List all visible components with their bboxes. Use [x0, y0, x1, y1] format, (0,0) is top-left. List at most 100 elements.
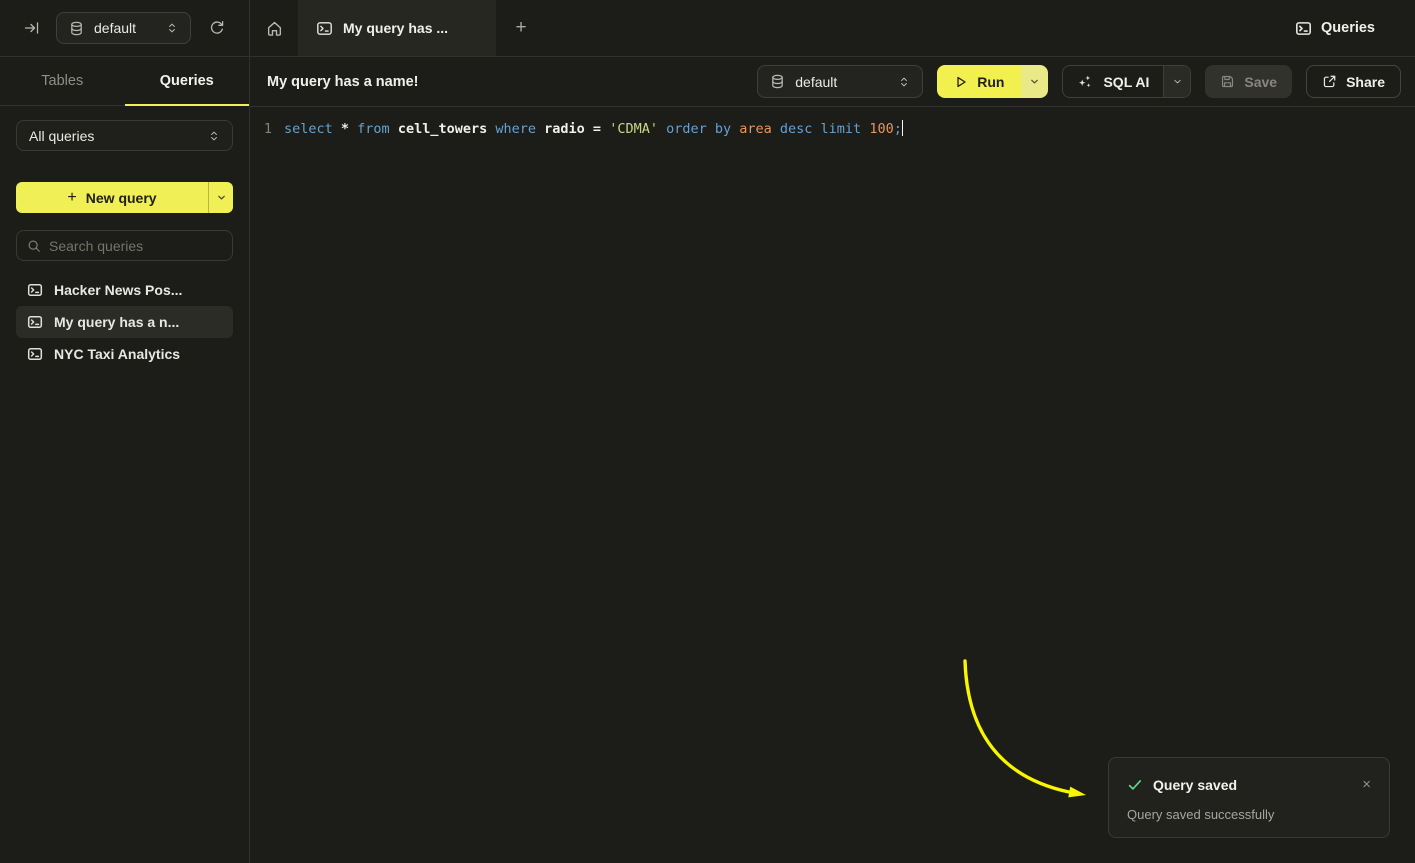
- refresh-icon: [209, 20, 225, 36]
- new-tab-button[interactable]: +: [496, 0, 546, 56]
- sidebar-body: All queries + New query: [0, 106, 249, 384]
- sql-token: 'CDMA': [609, 121, 666, 137]
- run-button[interactable]: Run: [937, 65, 1021, 98]
- query-list-item-selected[interactable]: My query has a n...: [16, 306, 233, 338]
- sql-ai-split-button: SQL AI: [1062, 65, 1191, 98]
- query-title: My query has a name!: [267, 74, 419, 90]
- share-icon: [1322, 74, 1337, 89]
- sidebar-tab-queries[interactable]: Queries: [125, 57, 250, 105]
- topbar-database-selector[interactable]: default: [56, 12, 191, 44]
- query-list-item[interactable]: NYC Taxi Analytics: [16, 338, 233, 370]
- sql-token: radio: [544, 121, 593, 137]
- sql-ai-label: SQL AI: [1103, 74, 1149, 90]
- topbar-database-value: default: [94, 20, 136, 36]
- sql-editor[interactable]: 1 select * from cell_towers where radio …: [250, 107, 1415, 863]
- chevron-updown-icon: [898, 75, 910, 89]
- database-icon: [770, 74, 785, 89]
- chevron-updown-icon: [166, 21, 178, 35]
- save-icon: [1220, 74, 1235, 89]
- sql-ai-dropdown-button[interactable]: [1163, 66, 1190, 97]
- play-icon: [954, 75, 968, 89]
- collapse-sidebar-button[interactable]: [18, 14, 46, 42]
- line-number: 1: [250, 118, 284, 140]
- plus-icon: +: [515, 17, 526, 39]
- sidebar-tabs: Tables Queries: [0, 57, 249, 106]
- home-button[interactable]: [250, 0, 298, 56]
- top-bar-left: default: [0, 0, 250, 56]
- chevron-down-icon: [1029, 76, 1040, 87]
- queries-panel-label: Queries: [1321, 20, 1375, 36]
- query-list: Hacker News Pos... My query has a n... N…: [16, 274, 233, 370]
- new-query-dropdown-button[interactable]: [208, 182, 233, 213]
- sql-token: order by: [666, 121, 739, 137]
- run-split-button: Run: [937, 65, 1048, 98]
- refresh-button[interactable]: [203, 14, 231, 42]
- sql-token: limit: [821, 121, 870, 137]
- sql-token: 100: [869, 121, 893, 137]
- search-icon: [27, 239, 41, 253]
- check-icon: [1127, 777, 1143, 793]
- tab-label: My query has ...: [343, 20, 448, 36]
- home-icon: [266, 20, 283, 37]
- toast-header: Query saved ×: [1127, 775, 1373, 794]
- sql-token: ;: [894, 121, 902, 137]
- sql-token: select: [284, 121, 341, 137]
- main-panel: My query has a name! default: [250, 57, 1415, 863]
- sparkles-icon: [1077, 74, 1093, 90]
- query-item-label: NYC Taxi Analytics: [54, 346, 180, 362]
- chevron-down-icon: [1172, 76, 1183, 87]
- sql-code: select * from cell_towers where radio = …: [284, 118, 903, 140]
- toast-message: Query saved successfully: [1127, 807, 1373, 822]
- query-item-label: My query has a n...: [54, 314, 179, 330]
- toast-close-button[interactable]: ×: [1360, 775, 1373, 794]
- search-queries-input[interactable]: [49, 238, 230, 254]
- terminal-icon: [1295, 20, 1312, 37]
- terminal-icon: [27, 346, 43, 362]
- new-query-split-button: + New query: [16, 182, 233, 213]
- queries-filter-selector[interactable]: All queries: [16, 120, 233, 151]
- share-label: Share: [1346, 74, 1385, 90]
- query-toolbar: My query has a name! default: [250, 57, 1415, 107]
- toast-title: Query saved: [1153, 777, 1237, 793]
- run-label: Run: [977, 74, 1004, 90]
- close-icon: ×: [1362, 776, 1371, 793]
- sql-ai-button[interactable]: SQL AI: [1063, 66, 1163, 97]
- sql-token: area: [739, 121, 780, 137]
- top-bar: default My que: [0, 0, 1415, 57]
- text-cursor: [902, 120, 904, 136]
- sql-token: desc: [780, 121, 821, 137]
- code-line: 1 select * from cell_towers where radio …: [250, 118, 1415, 140]
- sidebar-tab-tables[interactable]: Tables: [0, 57, 125, 105]
- sql-token: cell_towers: [398, 121, 496, 137]
- toolbar-database-selector[interactable]: default: [757, 65, 923, 98]
- chevron-updown-icon: [208, 129, 220, 143]
- query-list-item[interactable]: Hacker News Pos...: [16, 274, 233, 306]
- search-queries-box: [16, 230, 233, 261]
- tab-my-query[interactable]: My query has ...: [298, 0, 496, 56]
- share-button[interactable]: Share: [1306, 65, 1401, 98]
- topbar-spacer: [546, 0, 1295, 56]
- terminal-icon: [316, 20, 333, 37]
- queries-panel-button[interactable]: Queries: [1295, 0, 1375, 56]
- chevron-down-icon: [216, 192, 227, 203]
- toast-query-saved: Query saved × Query saved successfully: [1108, 757, 1390, 838]
- plus-icon: +: [67, 189, 76, 207]
- sql-token: from: [357, 121, 398, 137]
- run-dropdown-button[interactable]: [1021, 65, 1048, 98]
- new-query-button[interactable]: + New query: [16, 182, 208, 213]
- body: Tables Queries All queries + New query: [0, 57, 1415, 863]
- sidebar: Tables Queries All queries + New query: [0, 57, 250, 863]
- save-button[interactable]: Save: [1205, 65, 1292, 98]
- database-icon: [69, 21, 84, 36]
- collapse-sidebar-icon: [24, 20, 40, 36]
- terminal-icon: [27, 282, 43, 298]
- save-label: Save: [1244, 74, 1277, 90]
- sql-token: *: [341, 121, 357, 137]
- terminal-icon: [27, 314, 43, 330]
- toolbar-database-value: default: [795, 74, 837, 90]
- queries-filter-value: All queries: [29, 128, 94, 144]
- new-query-label: New query: [86, 190, 157, 206]
- sql-console-app: default My que: [0, 0, 1415, 863]
- sql-token: where: [495, 121, 544, 137]
- tab-strip: My query has ... + Queries: [250, 0, 1415, 56]
